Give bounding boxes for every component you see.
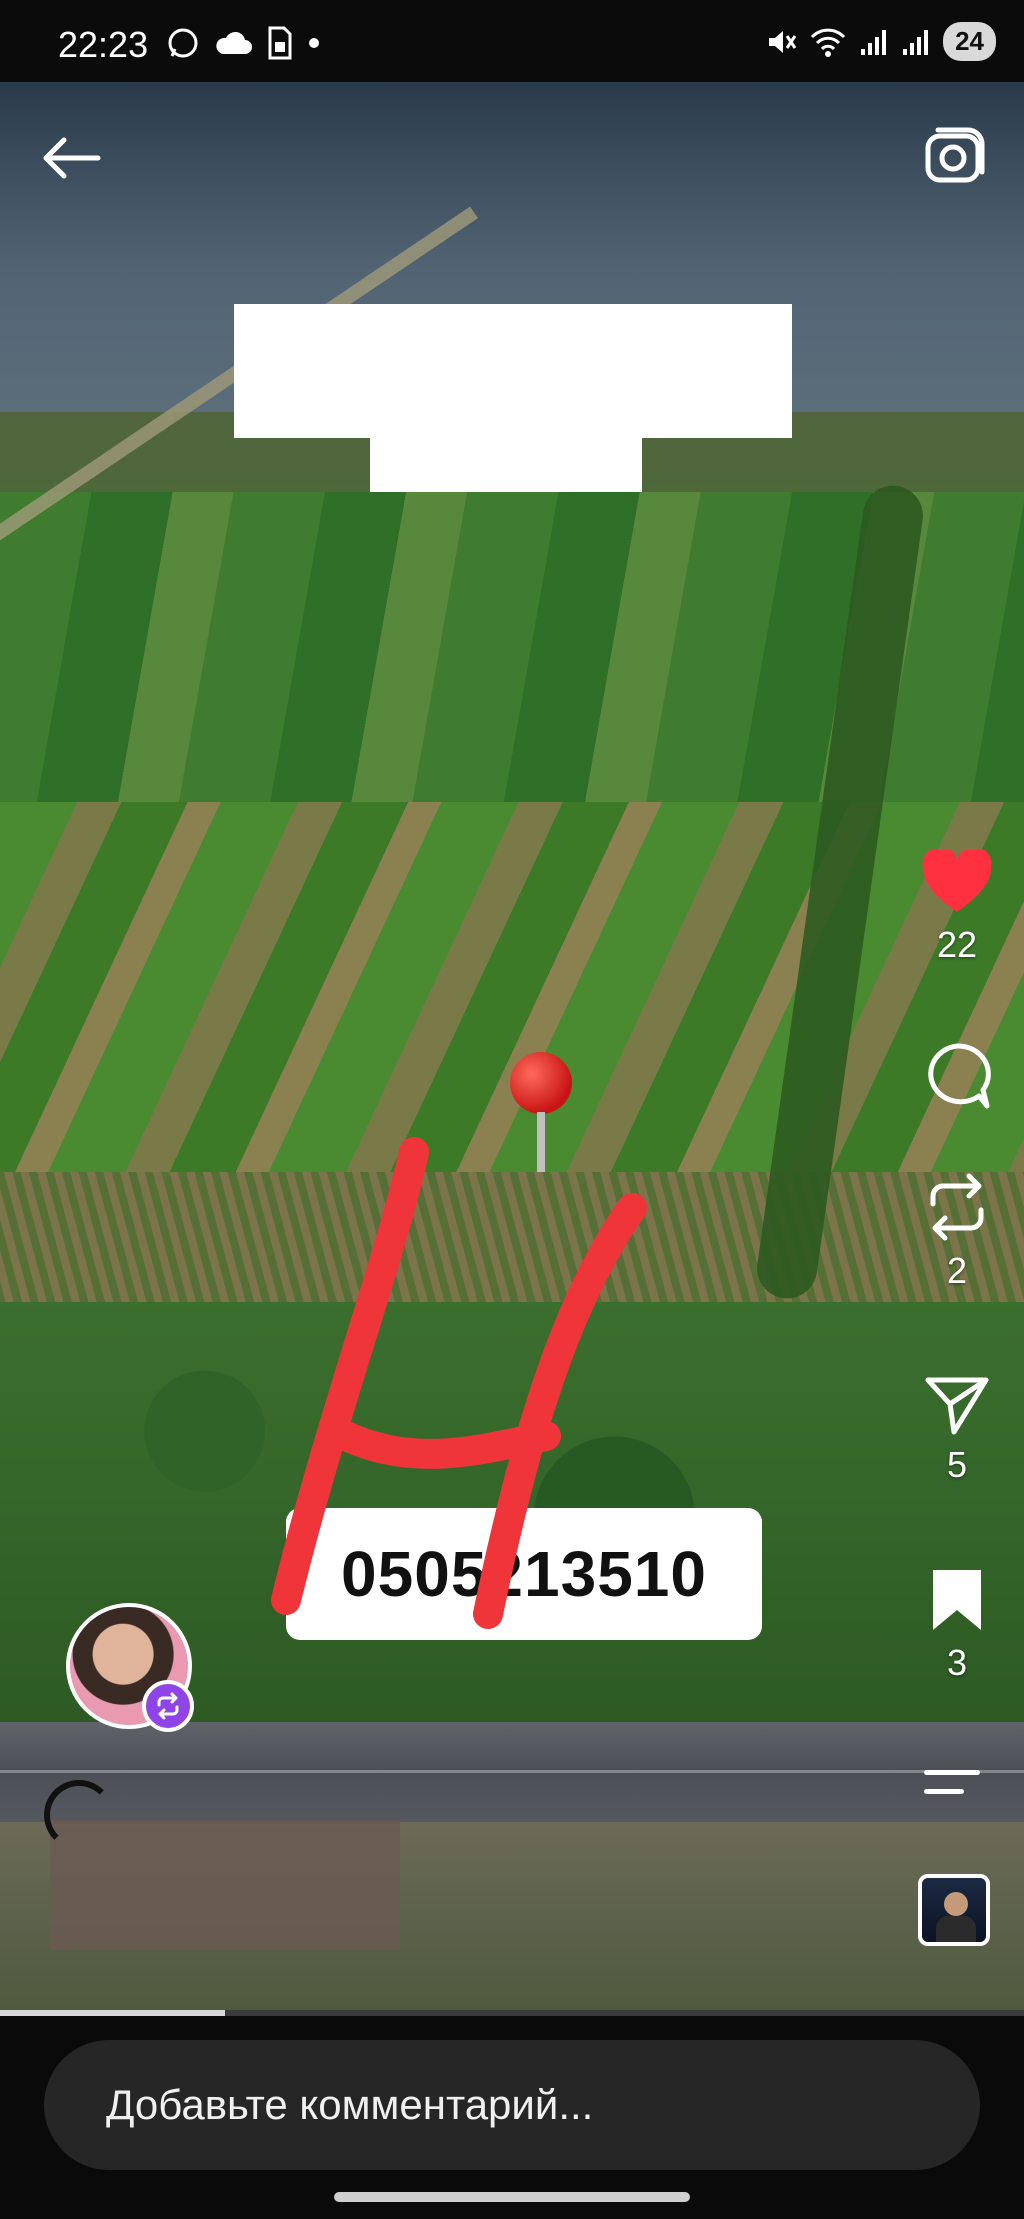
back-button[interactable] [38,130,110,186]
audio-person-body [936,1916,976,1942]
menu-line [924,1789,964,1794]
repost-count: 2 [946,1250,968,1291]
sim-icon [268,26,292,60]
comment-action[interactable] [912,1040,1002,1112]
like-action[interactable]: 22 [912,850,1002,966]
signal-icon [861,29,887,55]
repost-badge [142,1680,194,1732]
bookmark-icon[interactable] [929,1566,985,1634]
dot-icon [309,38,319,48]
more-options-button[interactable] [924,1770,980,1808]
status-right-icons: 24 [765,22,996,61]
battery-indicator: 24 [943,22,996,61]
comment-bubble-icon[interactable] [921,1040,993,1112]
camera-icon [925,127,985,183]
whatsapp-icon [168,28,198,58]
wifi-icon [810,28,846,57]
save-action[interactable]: 3 [912,1566,1002,1684]
status-left-icons [166,26,320,60]
marker-pole [537,1112,545,1172]
redacted-caption-box [234,304,792,438]
status-bar: 22:23 24 [0,0,1024,82]
map-marker-balloon [510,1052,572,1114]
home-indicator[interactable] [334,2192,690,2202]
repost-action[interactable]: 2 [912,1172,1002,1292]
caption-user-avatar[interactable] [44,1780,114,1850]
redacted-caption-box-lower [370,430,642,492]
like-count: 22 [936,924,978,965]
save-count: 3 [946,1642,968,1683]
send-icon[interactable] [924,1374,990,1436]
arrow-left-icon [43,137,101,179]
road-marking [0,1770,1024,1773]
audio-track-thumbnail[interactable] [918,1874,990,1946]
menu-line [924,1770,980,1775]
video-orchard [0,1172,1024,1312]
audio-person [944,1892,968,1916]
repost-icon[interactable] [925,1172,989,1242]
heart-icon[interactable] [921,850,993,916]
share-action[interactable]: 5 [912,1374,1002,1486]
camera-button[interactable] [920,122,990,192]
comment-input[interactable] [44,2040,980,2170]
status-time: 22:23 [58,24,149,65]
phone-number-text: 0505213510 [341,1538,707,1610]
mute-icon [769,30,797,53]
phone-number-label: 0505213510 [286,1508,762,1640]
cloud-icon [216,31,252,54]
share-count: 5 [946,1444,968,1485]
repost-badge-icon [157,1692,179,1720]
signal-icon [903,29,929,55]
